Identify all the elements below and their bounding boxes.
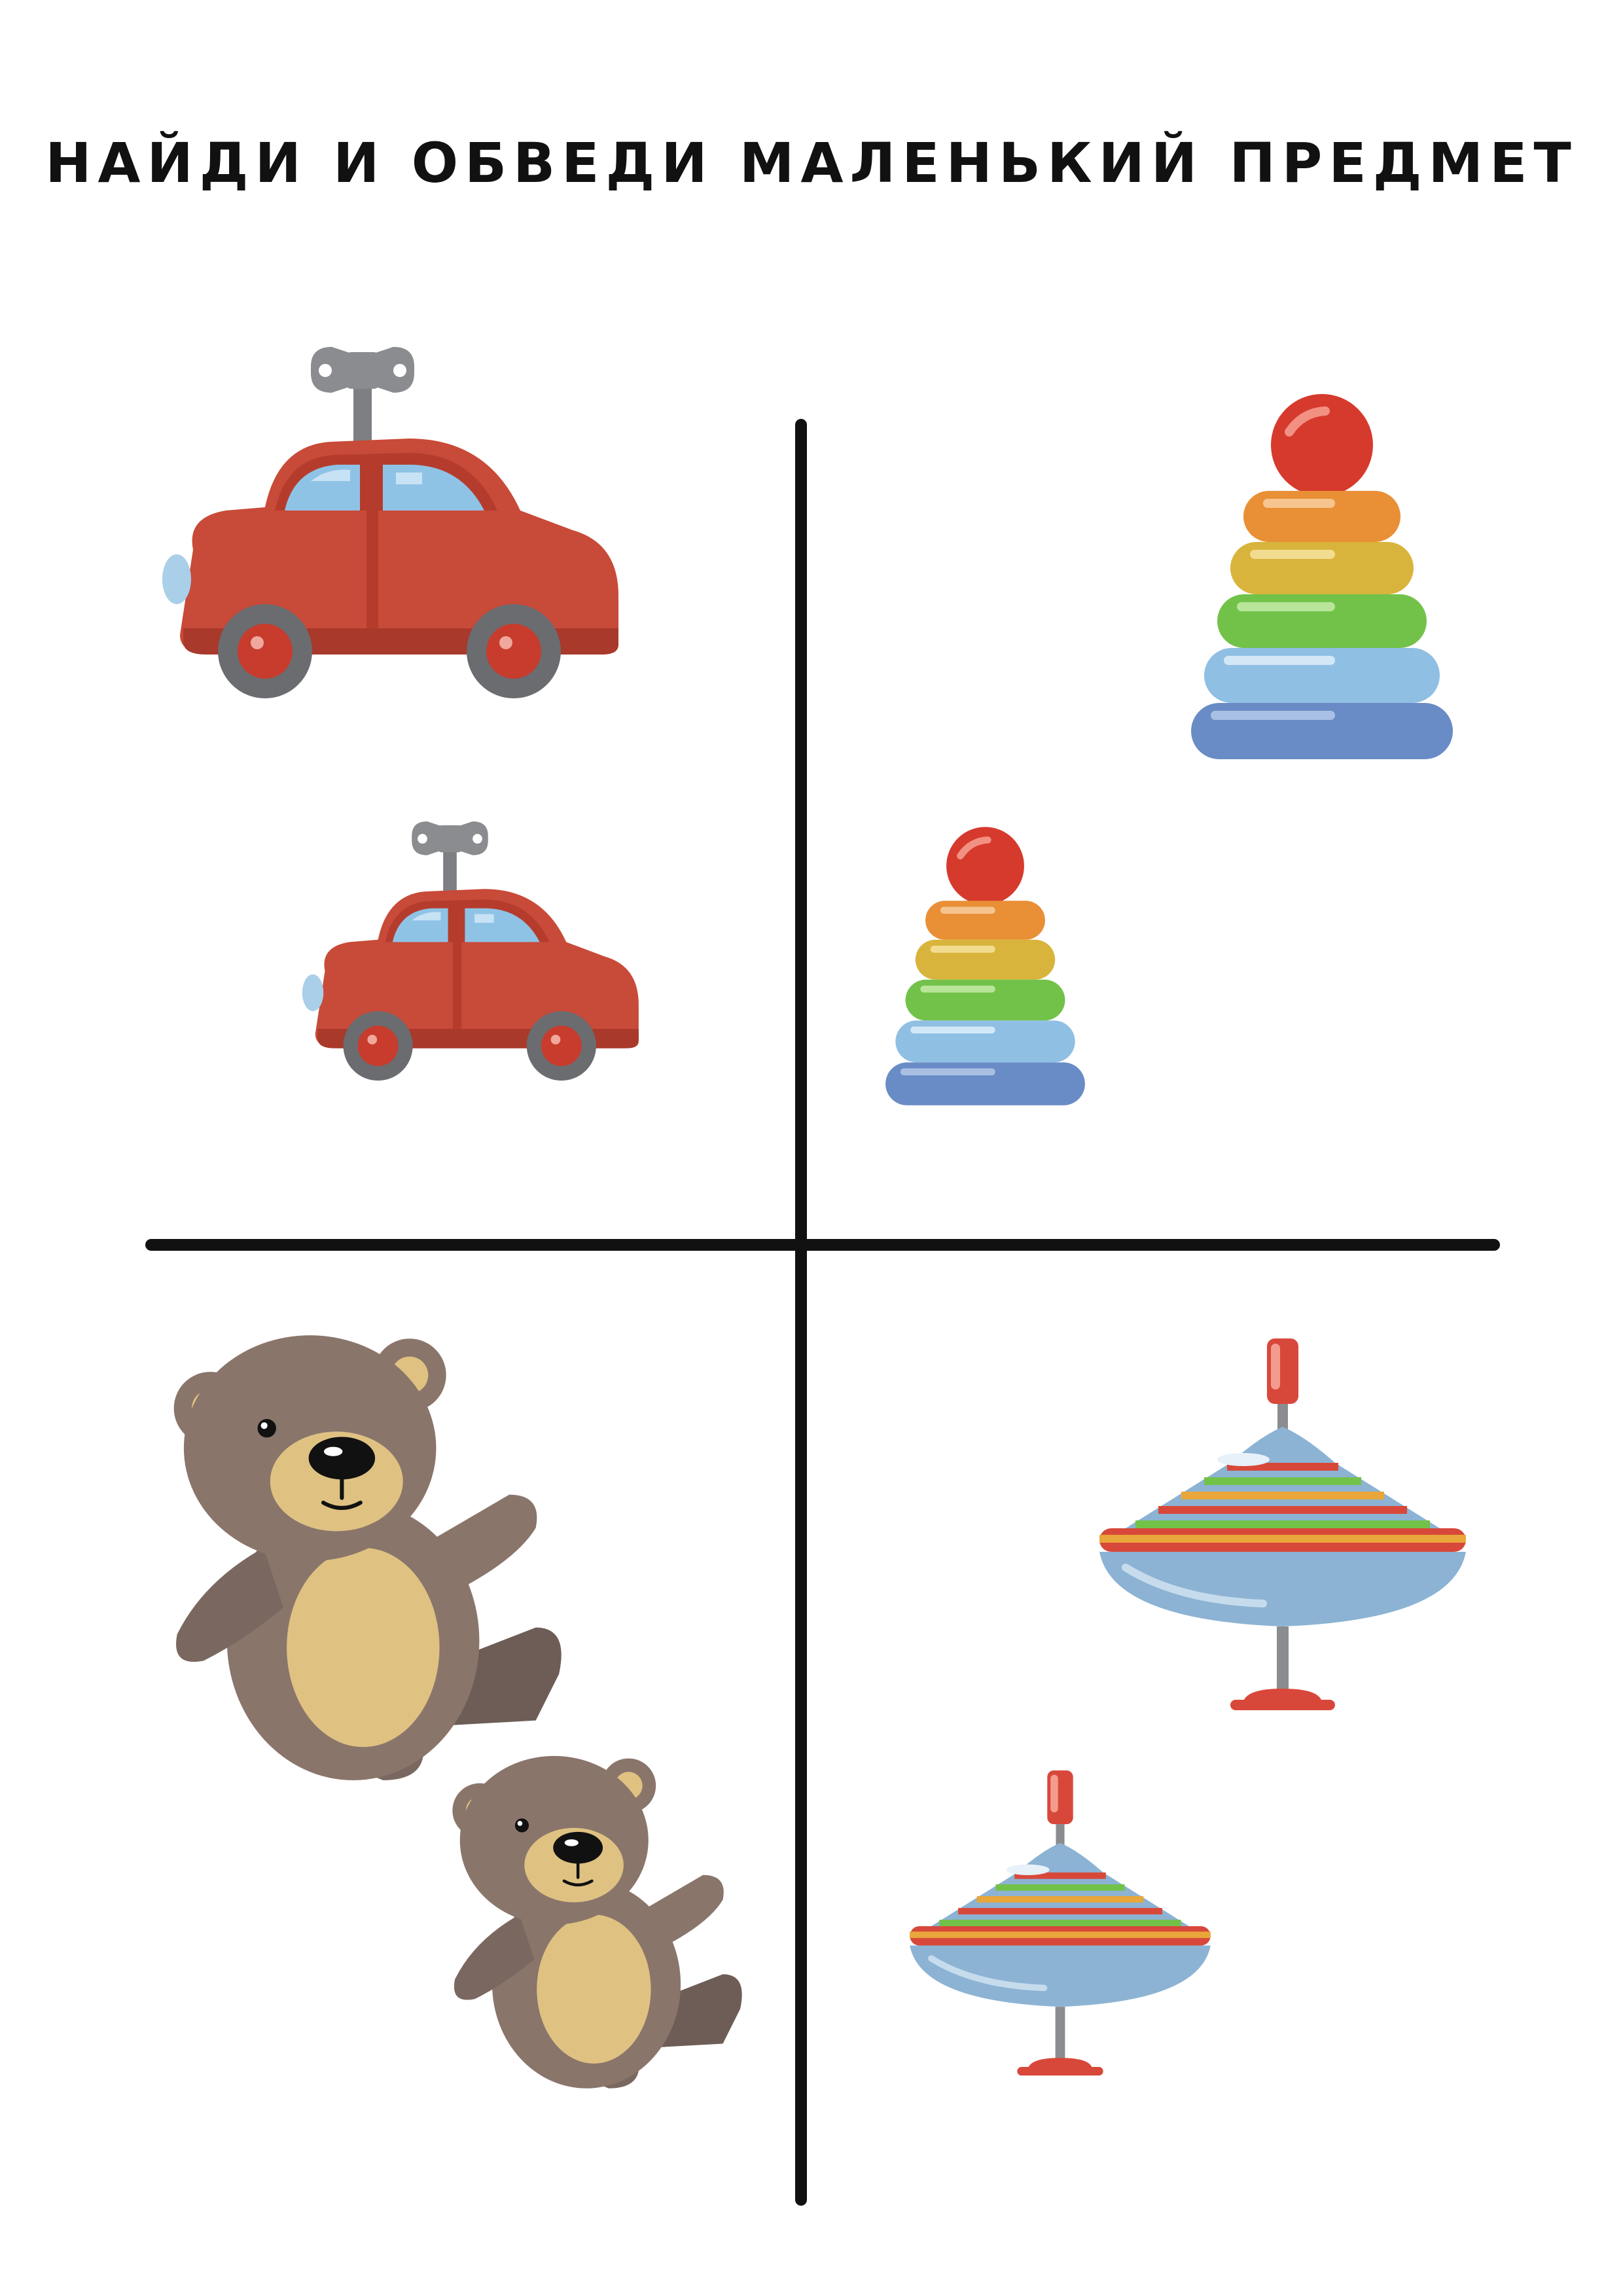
worksheet-title: НАЙДИ И ОБВЕДИ МАЛЕНЬКИЙ ПРЕДМЕТ <box>45 131 1578 195</box>
stacking-rings-icon[interactable] <box>1191 393 1453 772</box>
spinning-top-icon[interactable] <box>1099 1338 1466 1718</box>
worksheet-page: НАЙДИ И ОБВЕДИ МАЛЕНЬКИЙ ПРЕДМЕТ <box>0 0 1623 2296</box>
stacking-rings-icon[interactable] <box>885 826 1085 1115</box>
vertical-divider <box>795 419 807 2206</box>
spinning-top-icon[interactable] <box>910 1770 1211 2082</box>
toy-car-icon[interactable] <box>267 821 653 1092</box>
horizontal-divider <box>145 1239 1500 1251</box>
toy-car-icon[interactable] <box>115 347 638 713</box>
teddy-bear-icon[interactable] <box>164 1329 576 1780</box>
teddy-bear-icon[interactable] <box>445 1751 753 2089</box>
